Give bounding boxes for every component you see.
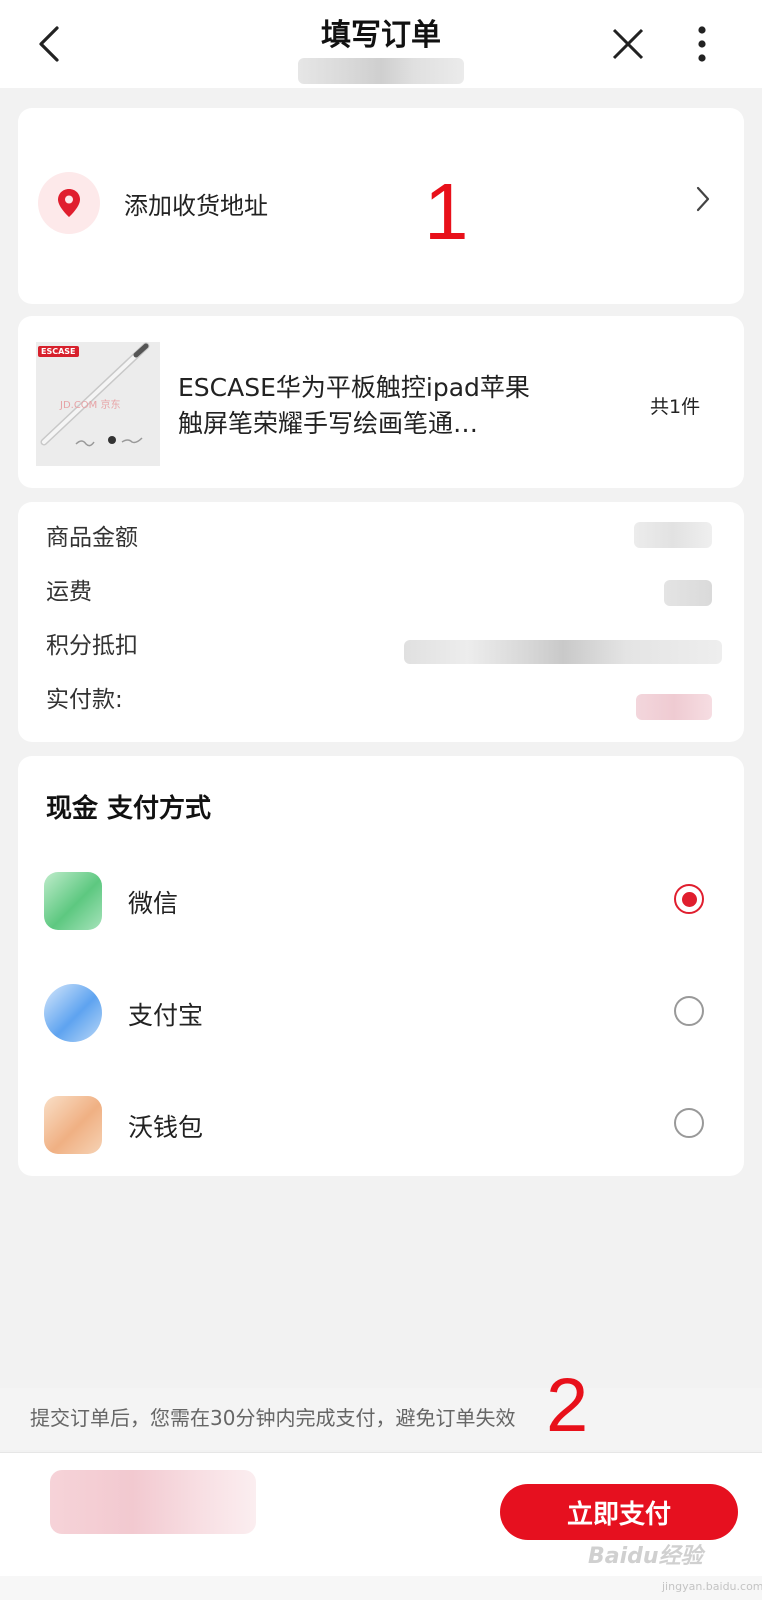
- blurred-goods-amount: [634, 522, 712, 548]
- wo-wallet-icon: [44, 1096, 102, 1154]
- blurred-subtitle: [298, 58, 464, 84]
- wechat-pay-radio[interactable]: [674, 884, 704, 914]
- annotation-number-2: 2: [546, 1363, 589, 1448]
- location-pin-icon: [38, 172, 100, 234]
- blurred-actual-payment: [636, 694, 712, 720]
- close-icon[interactable]: [598, 14, 658, 74]
- product-name: ESCASE华为平板触控ipad苹果触屏笔荣耀手写绘画笔通…: [178, 373, 530, 438]
- add-address-label[interactable]: 添加收货地址: [124, 186, 268, 221]
- blurred-points-deduction: [404, 640, 722, 664]
- shipping-fee-label: 运费: [46, 579, 92, 605]
- wechat-pay-icon: [44, 872, 102, 930]
- product-image-watermark: JD.COM 京东: [60, 400, 121, 411]
- wechat-pay-label[interactable]: 微信: [128, 884, 178, 920]
- baidu-watermark-domain: jingyan.baidu.com: [662, 1580, 762, 1593]
- alipay-icon: [44, 984, 102, 1042]
- product-count: 共1件: [650, 396, 701, 418]
- alipay-label[interactable]: 支付宝: [128, 996, 203, 1032]
- goods-amount-label: 商品金额: [46, 525, 138, 551]
- more-vertical-icon[interactable]: [672, 14, 732, 74]
- baidu-watermark: Baidu经验: [588, 1544, 703, 1569]
- points-deduction-label: 积分抵扣: [46, 633, 138, 659]
- wo-wallet-label[interactable]: 沃钱包: [128, 1108, 203, 1144]
- radio-selected-dot: [681, 891, 697, 907]
- bottom-safe-area: [0, 1576, 762, 1600]
- pay-now-button[interactable]: 立即支付: [500, 1484, 738, 1540]
- alipay-radio[interactable]: [674, 996, 704, 1026]
- payment-method-heading: 现金 支付方式: [46, 794, 212, 824]
- wo-wallet-radio[interactable]: [674, 1108, 704, 1138]
- chevron-right-icon[interactable]: [696, 186, 710, 216]
- blurred-shipping-fee: [664, 580, 712, 606]
- blurred-total-amount: [50, 1470, 256, 1534]
- annotation-number-1: 1: [424, 167, 469, 256]
- product-image: ESCASE JD.COM 京东: [36, 342, 160, 466]
- actual-payment-label: 实付款:: [46, 687, 123, 713]
- payment-deadline-notice: 提交订单后，您需在30分钟内完成支付，避免订单失效: [30, 1406, 516, 1430]
